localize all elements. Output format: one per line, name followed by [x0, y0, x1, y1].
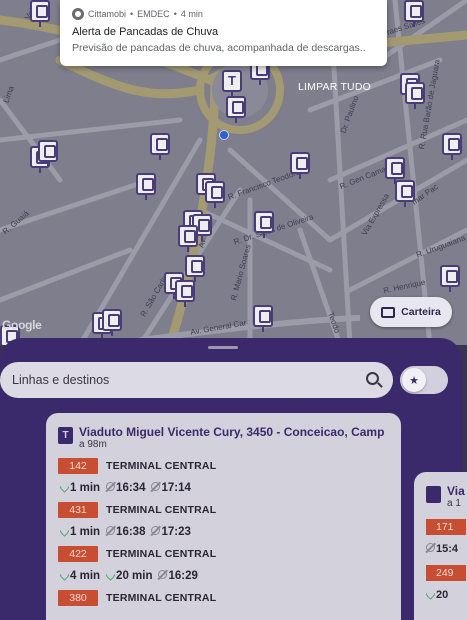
- notification-separator: •: [130, 9, 134, 19]
- bus-stop-icon[interactable]: [405, 82, 425, 109]
- clear-all-button[interactable]: LIMPAR TUDO: [298, 81, 371, 93]
- bus-stop-icon[interactable]: [38, 140, 58, 167]
- bus-stop-icon: [426, 486, 441, 503]
- route-destination: TERMINAL CENTRAL: [106, 504, 217, 516]
- realtime-icon: [58, 524, 71, 537]
- bus-stop-icon[interactable]: [30, 0, 50, 27]
- rain-alert-notification[interactable]: Cittamobi • EMDEC • 4 min Alerta de Panc…: [60, 0, 387, 66]
- terminal-icon: T: [58, 427, 73, 444]
- arrival-time: 15:4: [426, 543, 467, 555]
- bus-stop-icon[interactable]: [150, 133, 170, 160]
- realtime-icon: [424, 587, 437, 600]
- stop-header: Via a 1: [426, 484, 467, 509]
- bus-stop-icon[interactable]: [440, 265, 460, 292]
- bottom-sheet[interactable]: Linhas e destinos ★ T Viaduto Miguel Vic…: [0, 338, 467, 620]
- bus-stop-icon[interactable]: [205, 181, 225, 208]
- current-location-dot: [219, 130, 229, 140]
- route-destination: TERMINAL CENTRAL: [106, 460, 217, 472]
- stop-distance: a 98m: [79, 439, 107, 450]
- route-destination: TERMINAL CENTRAL: [106, 548, 217, 560]
- route-item[interactable]: 422 TERMINAL CENTRAL 4 min 20 min 16:29: [58, 546, 401, 582]
- bus-stop-icon[interactable]: [253, 305, 273, 332]
- arrival-time: 20 min: [104, 568, 152, 582]
- wallet-button[interactable]: Carteira: [370, 297, 452, 327]
- arrival-time: 16:34: [106, 482, 145, 494]
- line-number-badge: 431: [58, 502, 98, 518]
- cittamobi-app-icon: [72, 8, 84, 20]
- arrival-time: 16:29: [158, 570, 198, 582]
- bus-stop-icon[interactable]: [385, 157, 405, 184]
- scheduled-icon: [106, 482, 116, 491]
- search-bar[interactable]: Linhas e destinos: [0, 362, 393, 398]
- route-item[interactable]: 142 TERMINAL CENTRAL 1 min 16:34 17:14: [58, 458, 401, 494]
- notification-sender: EMDEC: [137, 9, 170, 19]
- arrival-time: 16:38: [106, 526, 145, 538]
- route-item[interactable]: 431 TERMINAL CENTRAL 1 min 16:38 17:23: [58, 502, 401, 538]
- bus-stop-icon[interactable]: [254, 211, 274, 238]
- sheet-drag-handle[interactable]: [208, 346, 238, 349]
- line-number-badge: 422: [58, 546, 98, 562]
- notification-separator: •: [173, 9, 177, 19]
- realtime-icon: [58, 480, 71, 493]
- realtime-icon: [104, 568, 117, 581]
- line-number-badge: 171: [426, 519, 466, 535]
- route-item[interactable]: 380 TERMINAL CENTRAL: [58, 590, 401, 606]
- route-destination: TERMINAL CENTRAL: [106, 592, 217, 604]
- scheduled-icon: [106, 526, 116, 535]
- bus-stop-icon[interactable]: [395, 180, 415, 207]
- stop-card[interactable]: T Viaduto Miguel Vicente Cury, 3450 - Co…: [46, 413, 401, 620]
- notification-text: Previsão de pancadas de chuva, acompanha…: [72, 42, 366, 54]
- terminal-stop-icon[interactable]: [222, 70, 242, 97]
- google-logo: Google: [2, 318, 42, 332]
- search-icon[interactable]: [366, 372, 379, 385]
- bus-stop-icon[interactable]: [175, 280, 195, 307]
- scheduled-icon: [426, 543, 435, 552]
- wallet-icon: [381, 306, 396, 318]
- stop-name: Viaduto Miguel Vicente Cury, 3450 - Conc…: [79, 425, 385, 439]
- line-number-badge: 380: [58, 590, 98, 606]
- bus-stop-icon[interactable]: [404, 0, 424, 27]
- realtime-icon: [58, 568, 71, 581]
- arrival-time: 17:23: [151, 526, 191, 538]
- arrival-time: 1 min: [58, 480, 100, 494]
- stop-distance: a 1: [447, 498, 461, 509]
- favorites-toggle[interactable]: ★: [400, 366, 448, 394]
- stop-card[interactable]: Via a 1 171 15:4 249 20: [414, 472, 467, 620]
- scheduled-icon: [158, 570, 168, 579]
- line-number-badge: 142: [58, 458, 98, 474]
- arrival-time: 1 min: [58, 524, 100, 538]
- bus-stop-icon[interactable]: [185, 255, 205, 282]
- notification-header: Cittamobi • EMDEC • 4 min: [72, 8, 375, 20]
- scheduled-icon: [151, 526, 161, 535]
- bus-stop-icon[interactable]: [226, 96, 246, 123]
- arrival-time: 20: [424, 587, 467, 601]
- notification-age: 4 min: [180, 9, 203, 19]
- bus-stop-icon[interactable]: [102, 309, 122, 336]
- bus-stop-icon[interactable]: [442, 133, 462, 160]
- bus-stop-icon[interactable]: [178, 225, 198, 252]
- arrival-time: 4 min: [58, 568, 100, 582]
- arrival-time: 17:14: [151, 482, 191, 494]
- scheduled-icon: [151, 482, 161, 491]
- stop-name: Via: [447, 484, 465, 498]
- search-input[interactable]: Linhas e destinos: [12, 373, 109, 387]
- star-icon: ★: [402, 368, 426, 392]
- bus-stop-icon[interactable]: [290, 152, 310, 179]
- bus-stop-icon[interactable]: [136, 173, 156, 200]
- notification-title: Alerta de Pancadas de Chuva: [72, 26, 219, 38]
- wallet-label: Carteira: [401, 306, 441, 318]
- stop-header: T Viaduto Miguel Vicente Cury, 3450 - Co…: [58, 425, 401, 450]
- notification-app-name: Cittamobi: [88, 9, 127, 19]
- line-number-badge: 249: [426, 565, 466, 581]
